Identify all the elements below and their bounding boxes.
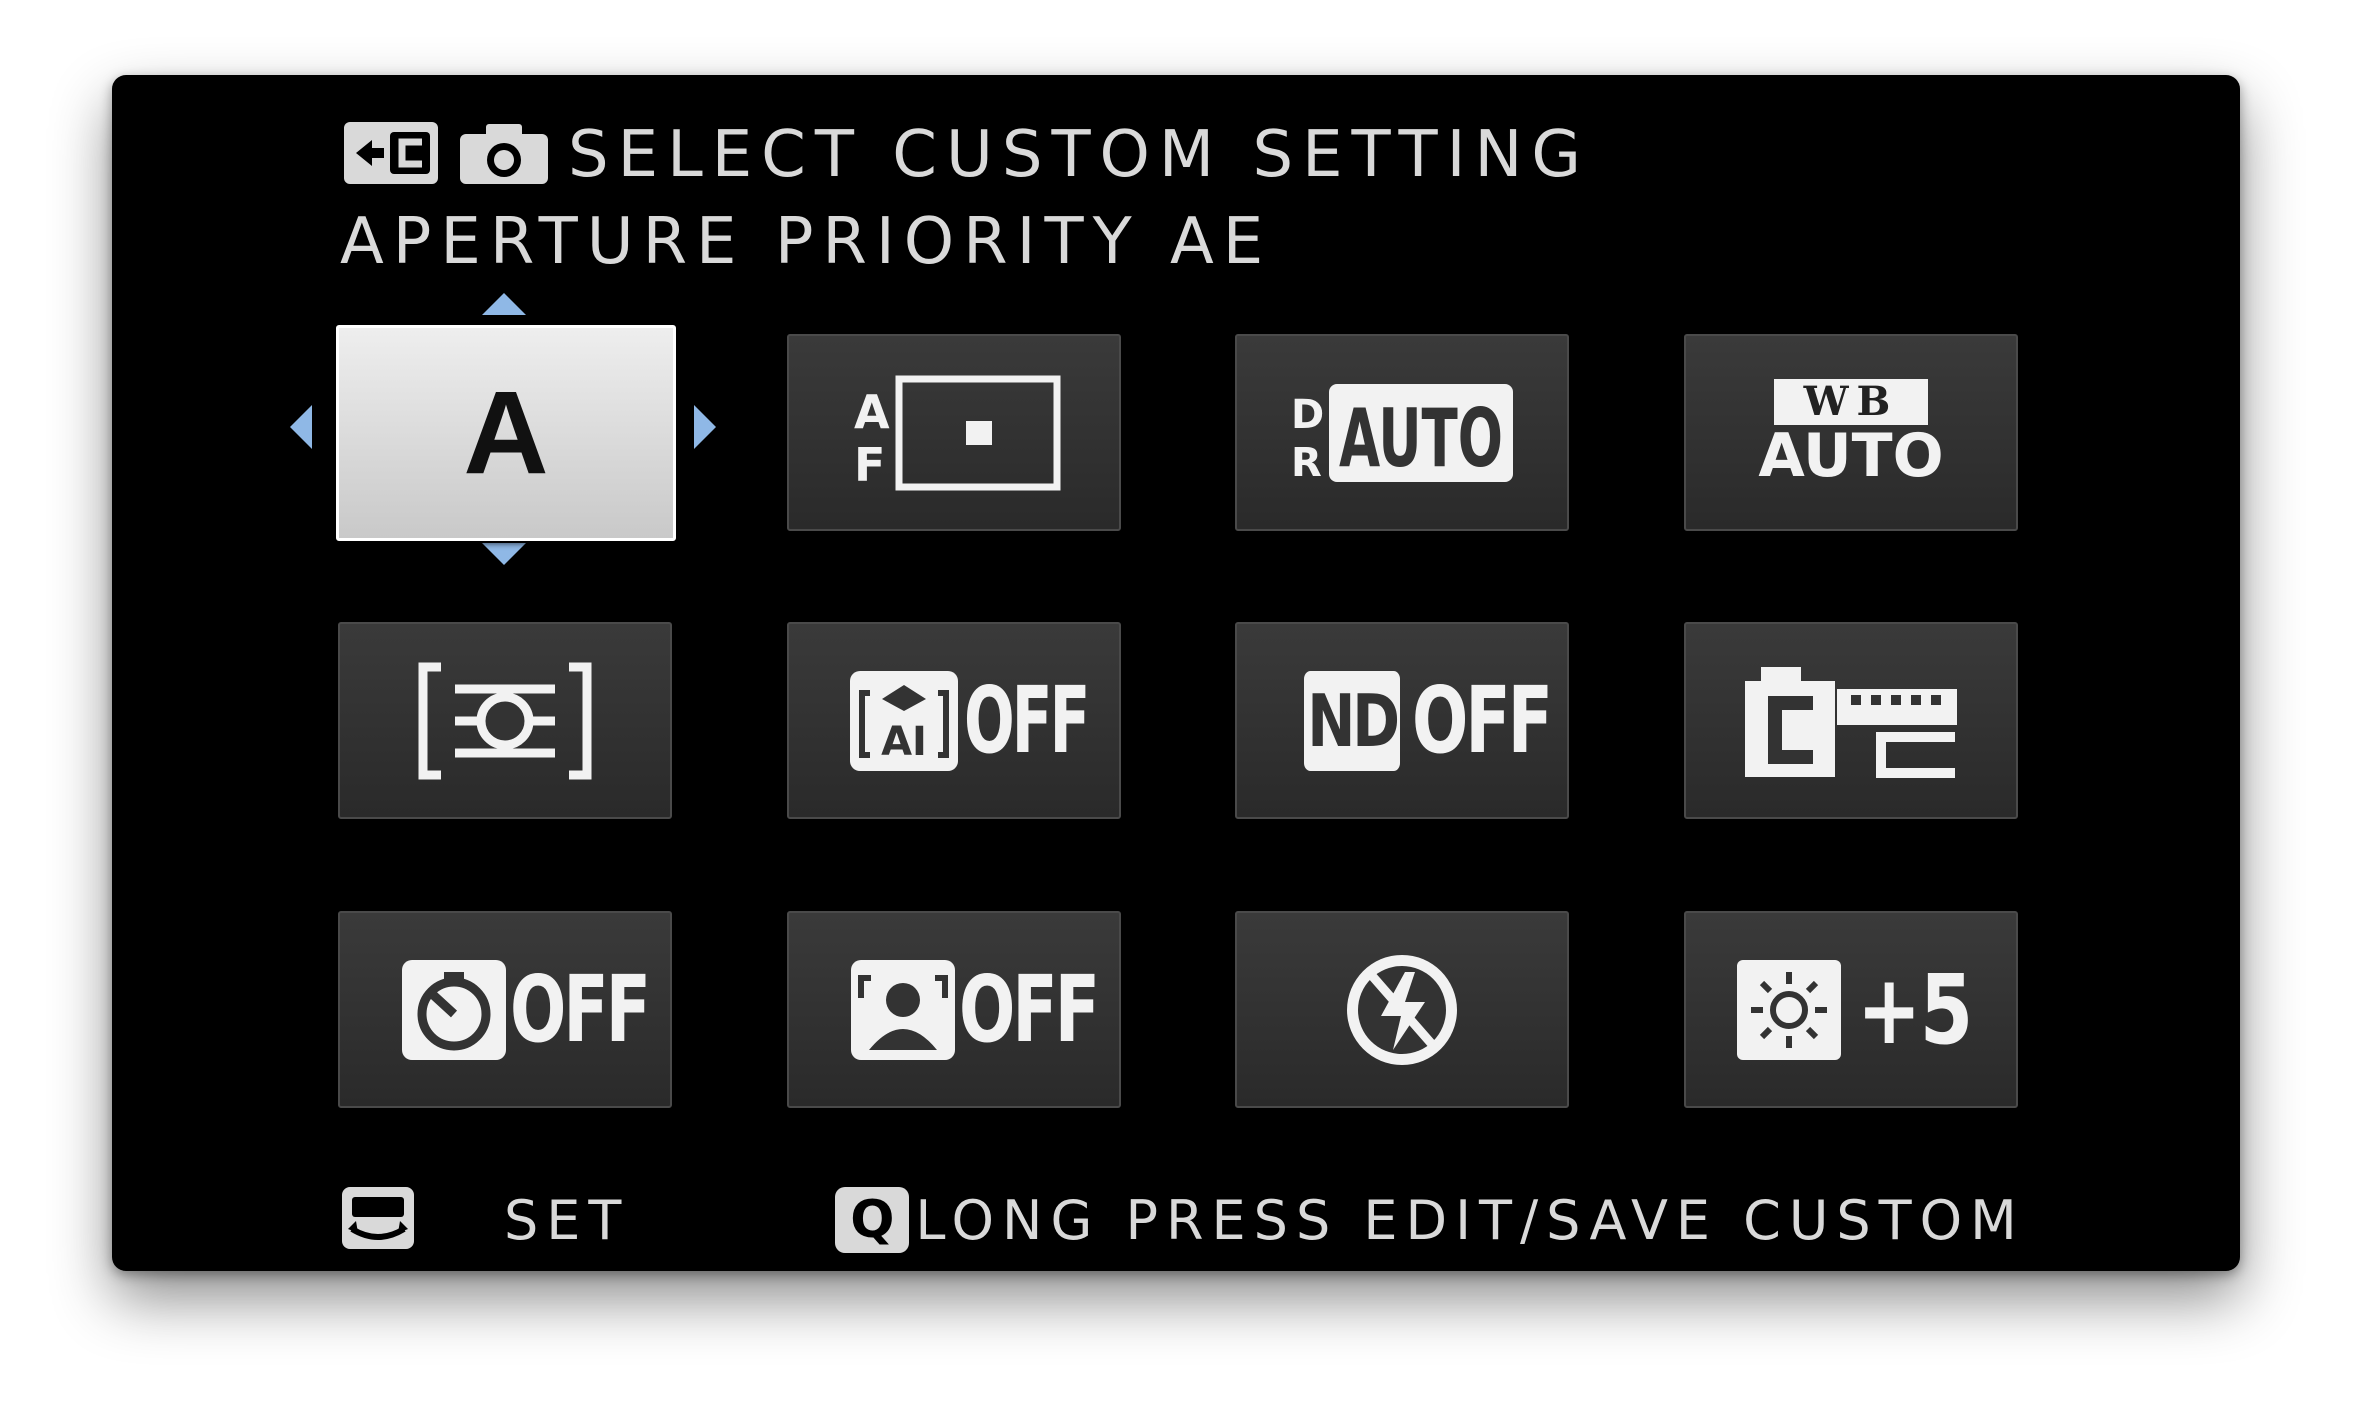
camera-screen: SELECT CUSTOM SETTING APERTURE PRIORITY …: [112, 75, 2240, 1271]
tile-film-simulation[interactable]: [1684, 622, 2018, 819]
camera-icon: [458, 120, 550, 190]
arrow-right-icon: [694, 405, 716, 449]
custom-save-icon: [342, 120, 440, 190]
menu-ok-icon: [340, 1185, 416, 1255]
svg-text:AUTO: AUTO: [1339, 392, 1503, 485]
face-detection-icon: OFF: [849, 956, 1100, 1063]
q-button-icon: Q: [835, 1187, 910, 1253]
tile-advanced-filter[interactable]: AI OFF: [787, 622, 1121, 819]
tile-lcd-brightness[interactable]: +5: [1684, 911, 2018, 1108]
svg-text:R: R: [1291, 440, 1322, 486]
tile-flash[interactable]: [1235, 911, 1569, 1108]
arrow-down-icon: [482, 543, 526, 565]
tile-self-timer[interactable]: OFF: [338, 911, 672, 1108]
nd-filter-icon: ND OFF: [1292, 667, 1553, 774]
brightness-value: +5: [1857, 953, 1973, 1066]
tile-white-balance[interactable]: WB AUTO: [1684, 334, 2018, 531]
nd-value: OFF: [1412, 667, 1553, 774]
dynamic-range-icon: D R AUTO: [1287, 378, 1517, 488]
face-value: OFF: [959, 956, 1100, 1063]
wb-label: WB: [1773, 378, 1929, 425]
tile-dynamic-range[interactable]: D R AUTO: [1235, 334, 1569, 531]
mode-label: A: [463, 367, 549, 499]
header-row: SELECT CUSTOM SETTING: [342, 115, 1590, 195]
footer-bar: SET Q LONG PRESS EDIT/SAVE CUSTOM: [340, 1185, 2025, 1255]
self-timer-icon: OFF: [400, 956, 651, 1063]
ai-scene-icon: AI OFF: [848, 667, 1090, 774]
multi-metering-icon: [415, 661, 595, 781]
tile-af-mode[interactable]: A F: [787, 334, 1121, 531]
arrow-left-icon: [290, 405, 312, 449]
film-simulation-c-icon: [1741, 661, 1961, 781]
timer-value: OFF: [510, 956, 651, 1063]
nd-label: ND: [1303, 670, 1400, 771]
flash-off-icon: [1337, 950, 1467, 1070]
svg-text:A: A: [854, 385, 890, 439]
svg-text:D: D: [1291, 392, 1324, 438]
tile-face-detection[interactable]: OFF: [787, 911, 1121, 1108]
page-title: SELECT CUSTOM SETTING: [568, 118, 1590, 192]
set-label: SET: [504, 1188, 630, 1252]
filter-value: OFF: [964, 667, 1090, 774]
tile-nd-filter[interactable]: ND OFF: [1235, 622, 1569, 819]
white-balance-icon: WB AUTO: [1758, 378, 1944, 491]
brightness-icon: +5: [1735, 953, 1973, 1066]
q-hint: Q LONG PRESS EDIT/SAVE CUSTOM: [835, 1187, 2024, 1253]
q-hint-text: LONG PRESS EDIT/SAVE CUSTOM: [915, 1188, 2025, 1252]
arrow-up-icon: [482, 293, 526, 315]
single-point-af-icon: A F: [844, 373, 1064, 493]
page-subtitle: APERTURE PRIORITY AE: [340, 205, 1273, 279]
tile-metering[interactable]: [338, 622, 672, 819]
svg-text:AI: AI: [881, 719, 927, 765]
tile-shooting-mode[interactable]: A: [336, 325, 676, 541]
svg-text:F: F: [854, 438, 885, 492]
wb-value: AUTO: [1758, 420, 1944, 491]
